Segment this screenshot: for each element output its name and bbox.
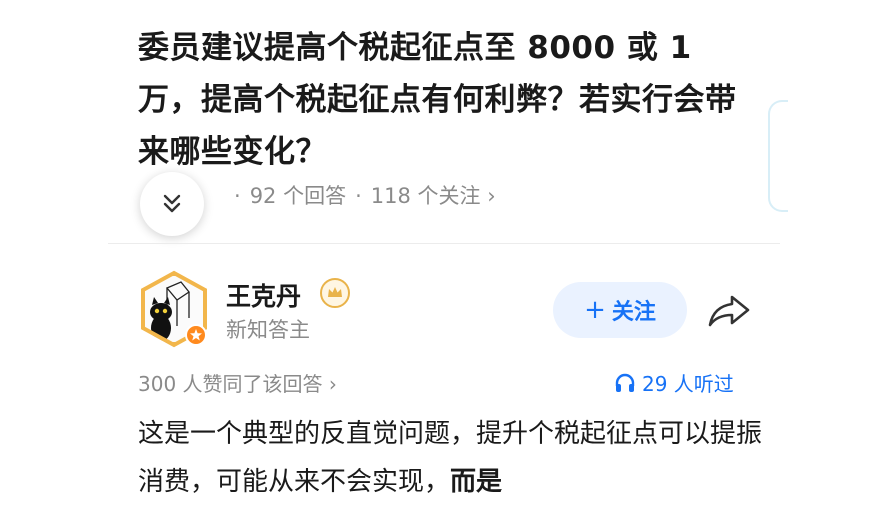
meta-separator: · xyxy=(234,184,241,208)
collapse-button[interactable] xyxy=(140,172,204,236)
divider xyxy=(108,243,780,244)
verified-badge-icon xyxy=(185,324,207,346)
question-title: 委员建议提高个税起征点至 8000 或 1 万，提高个税起征点有何利弊？若实行会… xyxy=(138,30,737,170)
chevron-double-down-icon xyxy=(163,194,181,213)
listen-count[interactable]: 29 人听过 xyxy=(614,368,734,397)
meta-chevron-icon: › xyxy=(487,184,496,208)
headphones-icon xyxy=(615,373,635,392)
meta-separator: · xyxy=(355,184,362,208)
plus-icon: + xyxy=(584,295,606,325)
author-name[interactable]: 王克丹 xyxy=(226,277,301,313)
answer-content[interactable]: 这是一个典型的反直觉问题，提升个税起征点可以提振消费，可能从来不会实现，而是 xyxy=(138,410,763,506)
follow-label: 关注 xyxy=(611,300,656,325)
share-icon[interactable] xyxy=(706,292,752,330)
follower-count: 118 个关注 xyxy=(370,184,481,208)
listen-label: 29 人听过 xyxy=(642,372,734,396)
agree-count[interactable]: 300 人赞同了该回答 › xyxy=(138,368,337,397)
answer-count: 92 个回答 xyxy=(249,184,347,208)
side-card-edge xyxy=(768,100,788,212)
answer-bold-text: 而是 xyxy=(450,467,503,497)
question-meta[interactable]: · 92 个回答 · 118 个关注 › xyxy=(225,180,496,210)
crown-icon xyxy=(320,278,350,308)
author-badge-text: 新知答主 xyxy=(226,318,310,342)
follow-button[interactable]: + 关注 xyxy=(553,282,687,338)
avatar[interactable] xyxy=(137,268,211,350)
